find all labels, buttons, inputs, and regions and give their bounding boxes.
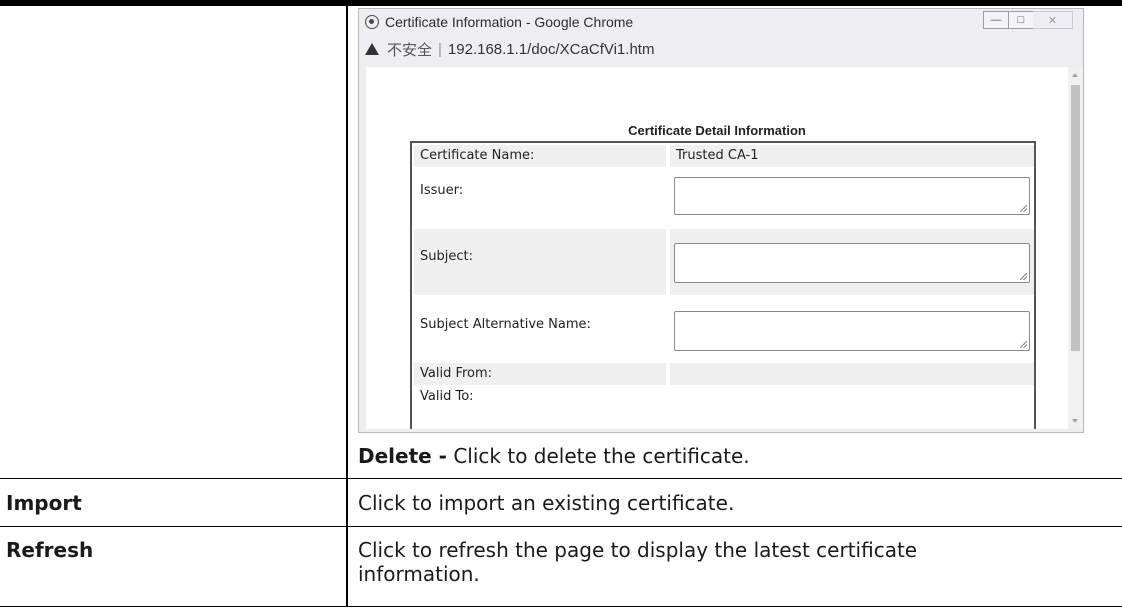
table-row: Certificate Name: Trusted CA-1 [414, 145, 1034, 167]
certificate-info-window: Certificate Information - Google Chrome … [358, 8, 1084, 433]
scroll-down-icon[interactable] [1072, 419, 1078, 423]
refresh-label: Refresh [6, 538, 94, 562]
import-label: Import [6, 491, 82, 515]
subject-alt-name-field[interactable] [674, 311, 1030, 351]
window-controls: — □ ✕ [983, 11, 1073, 29]
certificate-name-value: Trusted CA-1 [676, 148, 759, 163]
page-viewport: Certificate Detail Information Certifica… [366, 67, 1068, 429]
table-row: Subject Alternative Name: [414, 295, 1034, 363]
resize-grip-icon[interactable] [1020, 341, 1027, 348]
resize-grip-icon[interactable] [1020, 205, 1027, 212]
table-row: Valid To: [414, 386, 1034, 408]
table-bottom-rule [0, 606, 1122, 607]
import-description: Click to import an existing certificate. [358, 491, 735, 515]
refresh-description-line2: information. [358, 562, 480, 586]
resize-grip-icon[interactable] [1020, 273, 1027, 280]
close-button[interactable]: ✕ [1033, 11, 1073, 29]
row-label: Issuer: [420, 183, 464, 198]
row-separator [0, 526, 1122, 527]
row-label: Subject: [420, 249, 473, 264]
row-separator [0, 478, 1122, 479]
minimize-button[interactable]: — [983, 11, 1009, 29]
row-label: Valid From: [420, 366, 493, 381]
address-separator: | [438, 40, 442, 58]
table-row: Issuer: [414, 167, 1034, 229]
delete-desc-text: Click to delete the certificate. [446, 444, 750, 468]
address-bar[interactable]: 不安全 | 192.168.1.1/doc/XCaCfVi1.htm [365, 36, 654, 62]
certificate-detail-table: Certificate Name: Trusted CA-1 Issuer: S… [410, 141, 1036, 429]
subject-field[interactable] [674, 243, 1030, 283]
maximize-button[interactable]: □ [1008, 11, 1034, 29]
delete-term: Delete - [358, 444, 447, 468]
row-label: Subject Alternative Name: [420, 317, 591, 332]
refresh-description-line1: Click to refresh the page to display the… [358, 538, 918, 562]
issuer-field[interactable] [674, 177, 1030, 215]
table-top-rule [0, 0, 1122, 6]
table-row: Subject: [414, 229, 1034, 295]
row-label: Valid To: [420, 389, 474, 404]
window-titlebar: Certificate Information - Google Chrome [365, 11, 633, 33]
row-shade [670, 363, 1034, 385]
scroll-thumb[interactable] [1071, 85, 1080, 351]
row-label: Certificate Name: [420, 148, 535, 163]
warning-icon [365, 43, 379, 55]
certificate-heading: Certificate Detail Information [628, 123, 806, 138]
table-column-divider [346, 6, 348, 606]
table-row: Valid From: [414, 363, 1034, 385]
delete-description: Delete - Click to delete the certificate… [358, 444, 750, 468]
scroll-up-icon[interactable] [1072, 73, 1078, 77]
vertical-scrollbar[interactable] [1068, 67, 1083, 429]
window-title: Certificate Information - Google Chrome [385, 14, 634, 30]
chrome-icon [365, 15, 379, 29]
url-text: 192.168.1.1/doc/XCaCfVi1.htm [447, 40, 655, 58]
security-label: 不安全 [387, 41, 433, 59]
